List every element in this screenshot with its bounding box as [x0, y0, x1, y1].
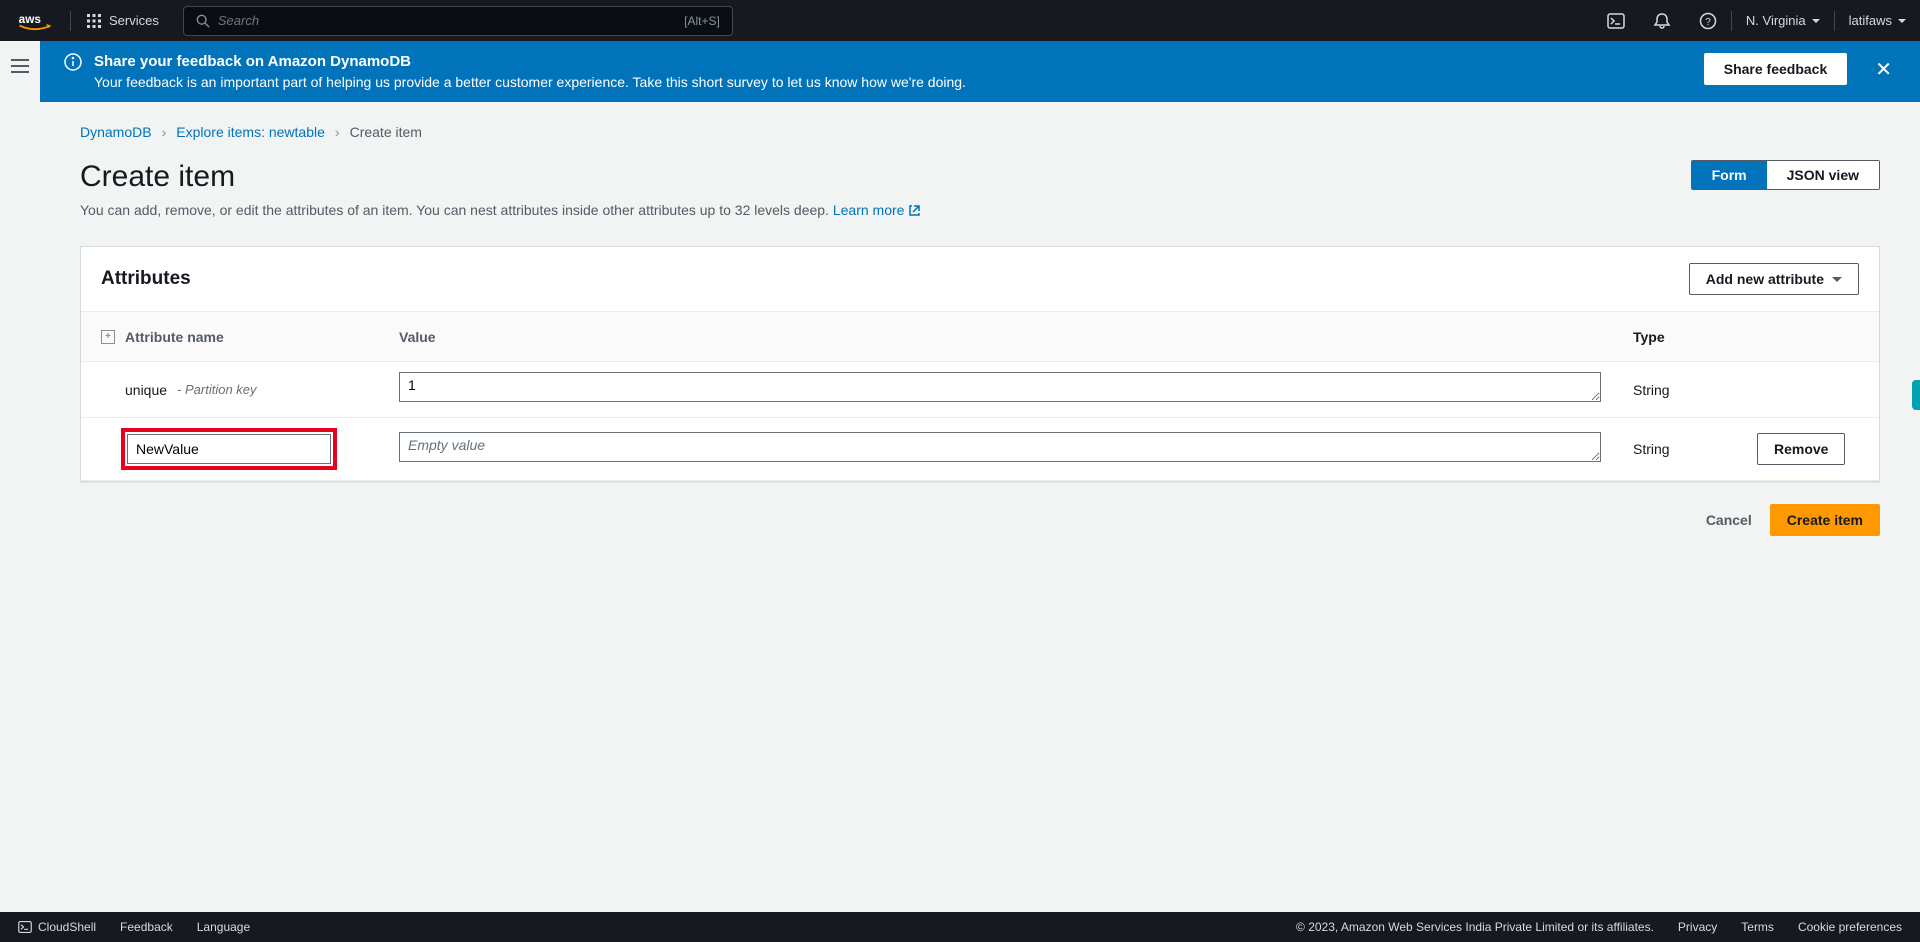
attr-value-input[interactable] [399, 432, 1601, 462]
col-header-value: Value [387, 329, 1613, 345]
account-menu[interactable]: latifaws [1835, 13, 1920, 28]
grid-icon [87, 14, 101, 28]
expand-all-icon[interactable]: + [101, 330, 115, 344]
close-icon[interactable]: ✕ [1871, 53, 1896, 86]
panel-title: Attributes [101, 268, 191, 290]
search-shortcut: [Alt+S] [684, 14, 720, 28]
banner-subtitle: Your feedback is an important part of he… [94, 74, 1692, 90]
tab-form[interactable]: Form [1692, 161, 1767, 189]
bottom-bar: CloudShell Feedback Language © 2023, Ama… [0, 912, 1920, 942]
breadcrumb: DynamoDB › Explore items: newtable › Cre… [80, 124, 1880, 140]
attr-type: String [1613, 441, 1737, 457]
breadcrumb-current: Create item [350, 124, 422, 140]
cloudshell-icon[interactable] [1593, 12, 1639, 30]
remove-button[interactable]: Remove [1757, 433, 1845, 465]
services-menu[interactable]: Services [71, 13, 175, 28]
page-title: Create item [80, 160, 235, 194]
chevron-right-icon: › [335, 124, 340, 140]
add-new-attribute-button[interactable]: Add new attribute [1689, 263, 1859, 295]
attr-type: String [1613, 382, 1737, 398]
cloudshell-button[interactable]: CloudShell [18, 920, 96, 934]
help-icon[interactable]: ? [1685, 12, 1731, 30]
form-actions: Cancel Create item [80, 500, 1880, 540]
col-header-type: Type [1613, 329, 1737, 345]
feedback-link[interactable]: Feedback [120, 920, 173, 934]
feedback-banner: Share your feedback on Amazon DynamoDB Y… [40, 41, 1920, 102]
breadcrumb-explore-items[interactable]: Explore items: newtable [176, 124, 325, 140]
col-header-name: Attribute name [125, 329, 224, 345]
partition-key-hint: - Partition key [177, 382, 256, 397]
highlight-annotation [121, 428, 337, 470]
attr-value-input[interactable] [399, 372, 1601, 402]
terms-link[interactable]: Terms [1741, 920, 1774, 934]
create-item-button[interactable]: Create item [1770, 504, 1880, 536]
table-row: String Remove [81, 418, 1879, 481]
attr-name-input[interactable] [127, 434, 331, 464]
table-header-row: + Attribute name Value Type [81, 312, 1879, 362]
side-tab[interactable] [1912, 380, 1920, 410]
aws-logo[interactable]: aws [18, 11, 52, 31]
caret-down-icon [1898, 19, 1906, 23]
caret-down-icon [1812, 19, 1820, 23]
info-icon [64, 53, 82, 76]
chevron-right-icon: › [162, 124, 167, 140]
services-label: Services [109, 13, 159, 28]
tab-json-view[interactable]: JSON view [1767, 161, 1879, 189]
search-icon [196, 14, 210, 28]
external-link-icon [908, 204, 921, 217]
share-feedback-button[interactable]: Share feedback [1704, 53, 1848, 85]
attributes-panel: Attributes Add new attribute + Attribute… [80, 246, 1880, 482]
svg-text:aws: aws [19, 11, 42, 25]
cookie-preferences-link[interactable]: Cookie preferences [1798, 920, 1902, 934]
copyright: © 2023, Amazon Web Services India Privat… [1296, 920, 1654, 934]
learn-more-link[interactable]: Learn more [833, 202, 922, 218]
privacy-link[interactable]: Privacy [1678, 920, 1717, 934]
attr-name: unique [125, 382, 167, 398]
cancel-button[interactable]: Cancel [1706, 512, 1752, 528]
banner-title: Share your feedback on Amazon DynamoDB [94, 53, 1692, 70]
table-row: unique - Partition key String [81, 362, 1879, 418]
sidebar-toggle[interactable] [0, 41, 40, 912]
search-box[interactable]: [Alt+S] [183, 6, 733, 36]
notifications-icon[interactable] [1639, 12, 1685, 30]
top-nav: aws Services [Alt+S] ? N. Virginia latif… [0, 0, 1920, 41]
svg-text:?: ? [1705, 17, 1711, 28]
view-toggle: Form JSON view [1691, 160, 1880, 190]
breadcrumb-root[interactable]: DynamoDB [80, 124, 152, 140]
caret-down-icon [1832, 277, 1842, 282]
search-input[interactable] [218, 13, 684, 28]
region-selector[interactable]: N. Virginia [1732, 13, 1834, 28]
cloudshell-icon [18, 920, 32, 934]
page-description: You can add, remove, or edit the attribu… [80, 202, 1880, 218]
language-link[interactable]: Language [197, 920, 250, 934]
